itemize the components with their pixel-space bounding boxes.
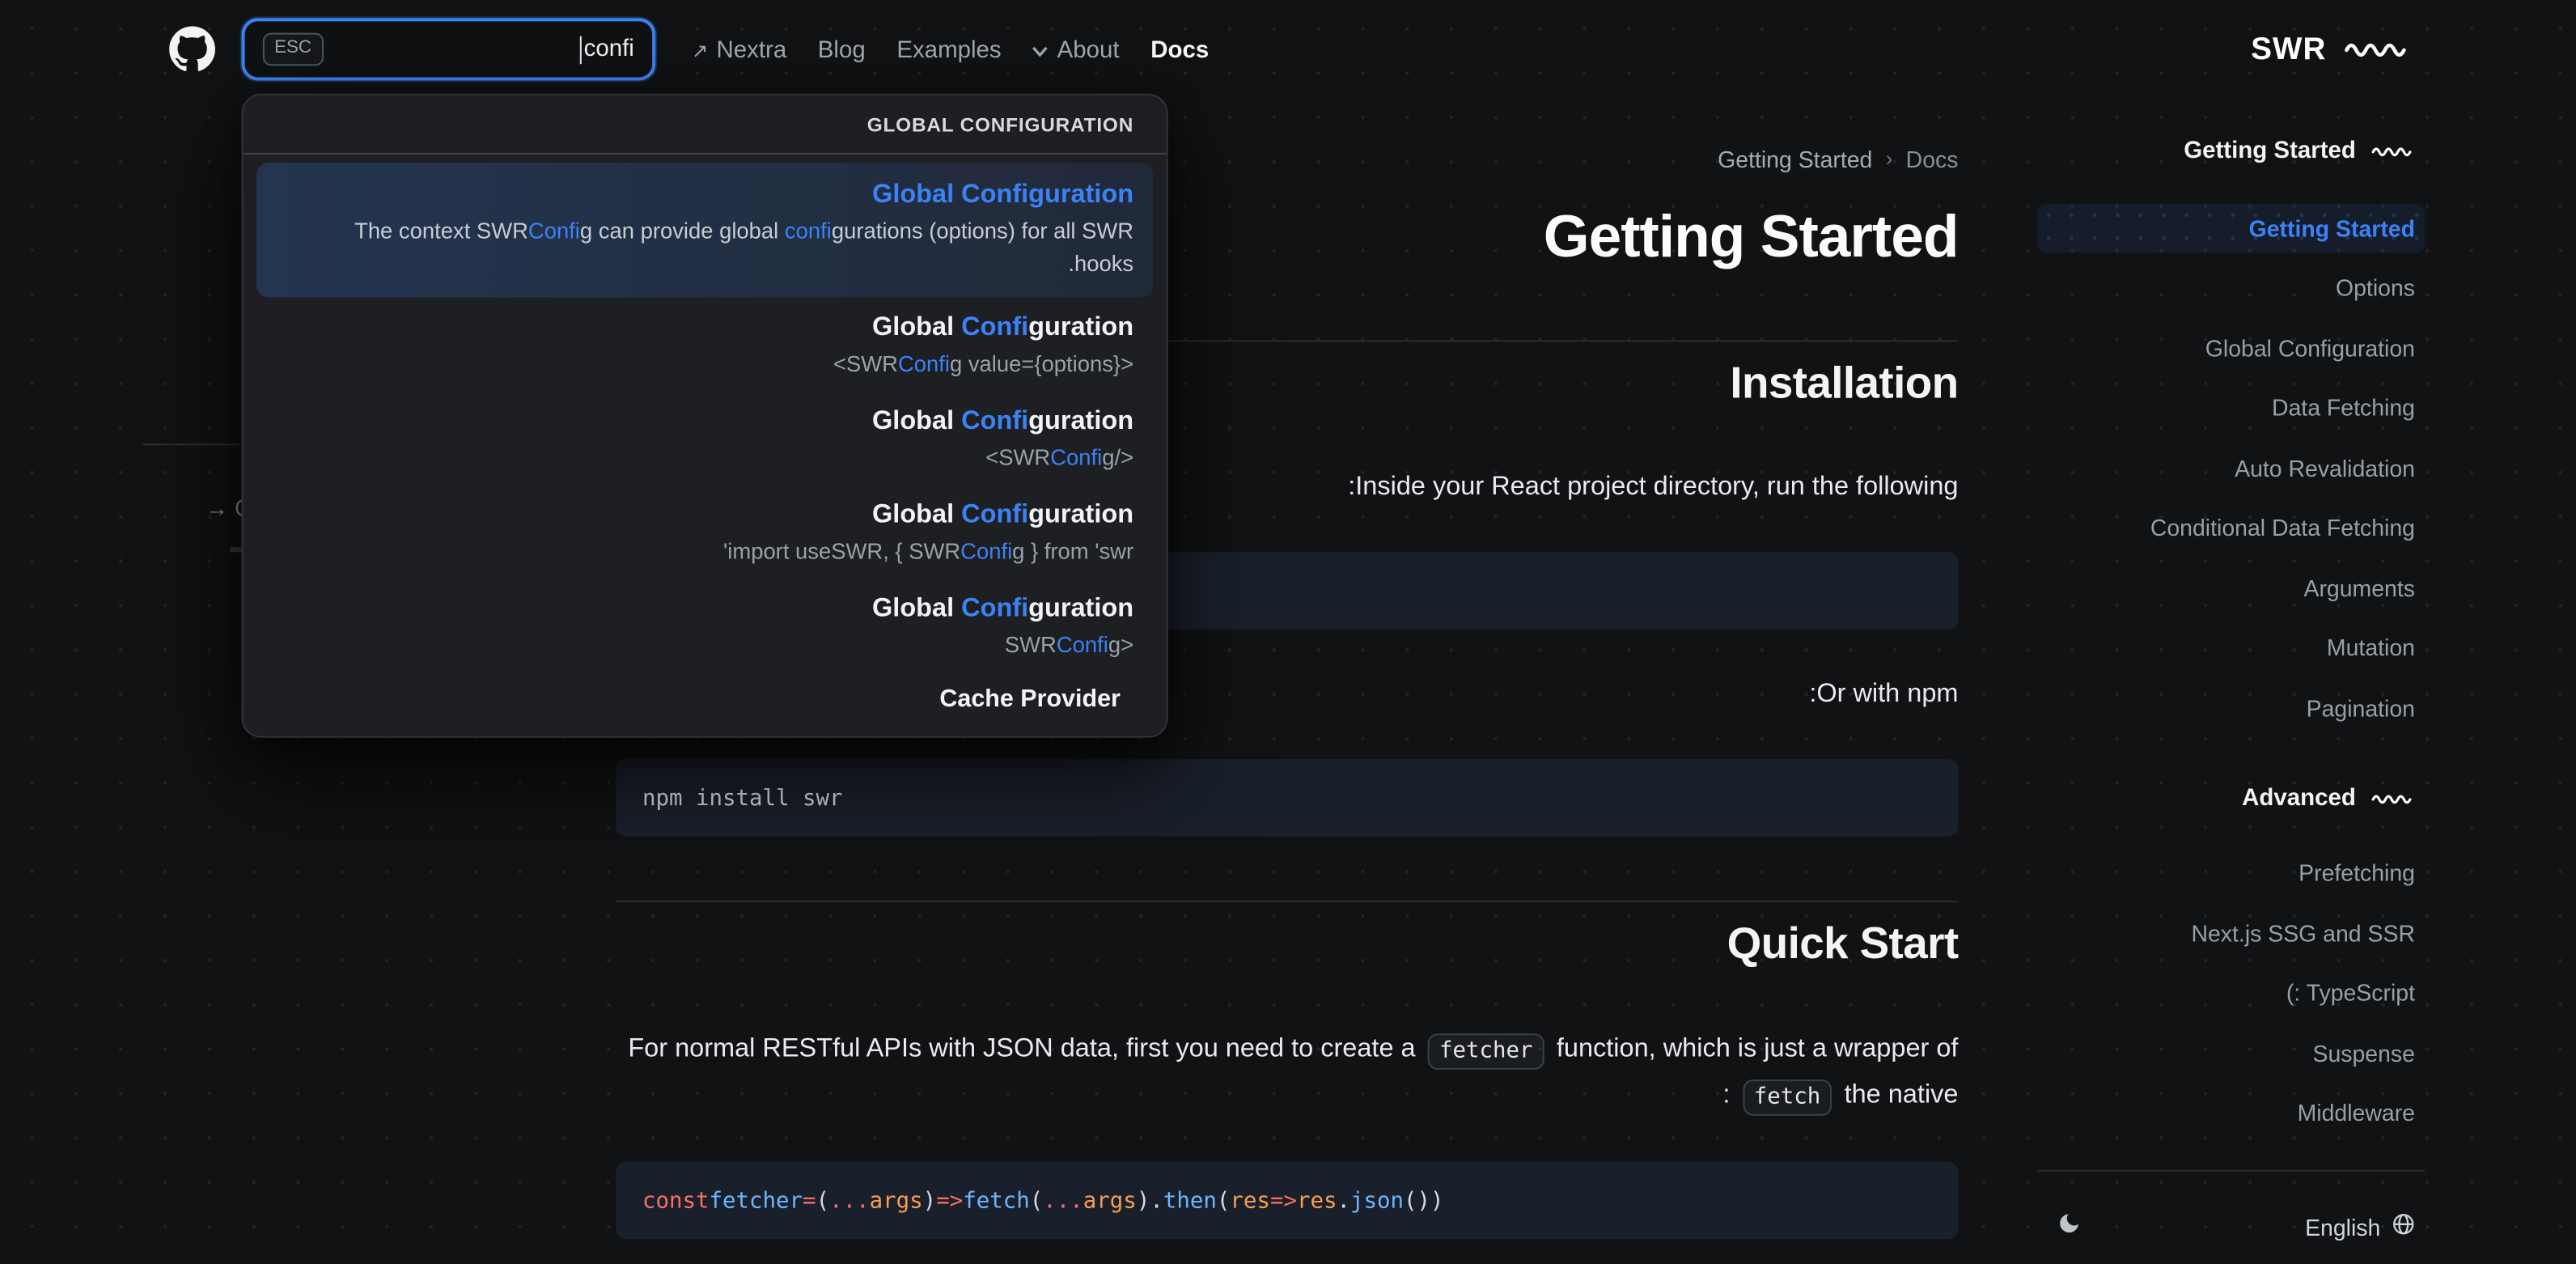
left-toc-divider bbox=[142, 443, 240, 446]
nav-links: ↗ Nextra Blog Examples About Docs bbox=[692, 0, 1209, 100]
swr-docs-page: ESC confi ↗ Nextra Blog Examples About D… bbox=[0, 0, 2576, 1264]
toc-item-typescript[interactable]: (: TypeScript bbox=[2037, 963, 2425, 1023]
breadcrumb-current-page: Getting Started bbox=[1718, 146, 1873, 173]
search-result[interactable]: Global Configuration SWRConfig> bbox=[256, 579, 1154, 672]
toc-item-nextjs-ssg-ssr[interactable]: Next.js SSG and SSR bbox=[2037, 903, 2425, 963]
results-list: Global Configuration The context SWRConf… bbox=[244, 155, 1167, 713]
nav-link-blog[interactable]: Blog bbox=[818, 37, 866, 63]
result-title: Global Configuration bbox=[872, 407, 1134, 436]
sidebar-footer: English bbox=[2037, 1171, 2425, 1263]
toc-item-options[interactable]: Options bbox=[2037, 258, 2425, 318]
toc-section-advanced[interactable]: Advanced bbox=[2037, 783, 2425, 816]
quick-start-paragraph-line1: For normal RESTful APIs with JSON data, … bbox=[616, 1027, 1958, 1073]
nav-link-docs[interactable]: Docs bbox=[1150, 37, 1209, 63]
search-query: confi bbox=[579, 35, 634, 64]
toc-item-global-configuration[interactable]: Global Configuration bbox=[2037, 318, 2425, 378]
result-title: Global Configuration bbox=[872, 501, 1134, 529]
code-block-fetcher: const fetcher = (... args) => fetch(... ar… bbox=[616, 1161, 1959, 1240]
toc-item-conditional-data-fetching[interactable]: Conditional Data Fetching bbox=[2037, 498, 2425, 558]
result-snippet: SWRConfig> bbox=[1004, 632, 1134, 658]
moon-icon bbox=[2056, 1211, 2080, 1244]
language-selector[interactable]: English bbox=[2305, 1213, 2415, 1241]
breadcrumb-separator-icon: › bbox=[1885, 146, 1893, 172]
wave-logo-icon bbox=[2343, 38, 2412, 62]
toc-item-mutation[interactable]: Mutation bbox=[2037, 618, 2425, 678]
breadcrumb-docs-link[interactable]: Docs bbox=[1906, 143, 1959, 176]
language-label: English bbox=[2305, 1213, 2381, 1241]
result-snippet: <SWRConfig value={options}> bbox=[833, 351, 1134, 377]
code-block-npm-install: npm install swr bbox=[616, 759, 1959, 837]
result-description-line1: The context SWRConfig can provide global… bbox=[354, 218, 1134, 244]
result-title: Global Configuration bbox=[872, 180, 1134, 209]
search-result[interactable]: Global Configuration <SWRConfig value={o… bbox=[256, 298, 1154, 392]
search-result[interactable]: Global Configuration <SWRConfig/> bbox=[256, 391, 1154, 485]
chevron-down-icon bbox=[1032, 43, 1049, 57]
globe-icon bbox=[2392, 1213, 2415, 1241]
result-snippet: 'import useSWR, { SWRConfig } from 'swr bbox=[723, 539, 1134, 564]
left-toc-fragment-mark bbox=[230, 547, 242, 553]
search-result[interactable]: Global Configuration 'import useSWR, { S… bbox=[256, 485, 1154, 579]
wave-section-icon bbox=[2371, 142, 2415, 160]
github-icon[interactable] bbox=[169, 26, 216, 72]
toc-section-getting-started[interactable]: Getting Started bbox=[2037, 135, 2425, 168]
external-link-icon: ↗ bbox=[691, 38, 709, 62]
section-divider bbox=[616, 900, 1959, 902]
result-snippet: <SWRConfig/> bbox=[985, 445, 1134, 470]
results-next-section-header: Cache Provider bbox=[939, 685, 1121, 714]
toc-item-suspense[interactable]: Suspense bbox=[2037, 1023, 2425, 1083]
toc-item-arguments[interactable]: Arguments bbox=[2037, 558, 2425, 617]
toc-item-auto-revalidation[interactable]: Auto Revalidation bbox=[2037, 438, 2425, 498]
swr-logo[interactable]: SWR bbox=[2251, 0, 2412, 100]
search-input[interactable]: ESC confi bbox=[241, 18, 656, 81]
result-title: Global Configuration bbox=[872, 595, 1134, 623]
toc-item-middleware[interactable]: Middleware bbox=[2037, 1083, 2425, 1143]
theme-toggle-button[interactable] bbox=[2047, 1205, 2090, 1248]
text-caret bbox=[579, 35, 583, 64]
nav-link-examples[interactable]: Examples bbox=[896, 37, 1001, 63]
toc-item-getting-started-active[interactable]: Getting Started bbox=[2036, 203, 2426, 253]
results-section-header: GLOBAL CONFIGURATION bbox=[243, 95, 1167, 155]
nav-link-about[interactable]: About bbox=[1032, 37, 1120, 63]
quick-start-paragraph-line2: : fetch the native bbox=[616, 1073, 1958, 1119]
toc-item-data-fetching[interactable]: Data Fetching bbox=[2037, 378, 2425, 438]
result-description-line2: .hooks bbox=[1068, 251, 1134, 277]
esc-key-badge: ESC bbox=[262, 32, 324, 66]
search-result-selected[interactable]: Global Configuration The context SWRConf… bbox=[256, 163, 1154, 298]
nav-link-nextra[interactable]: ↗ Nextra bbox=[692, 37, 786, 63]
toc-item-prefetching[interactable]: Prefetching bbox=[2037, 843, 2425, 903]
logo-text: SWR bbox=[2251, 32, 2327, 67]
navbar: ESC confi ↗ Nextra Blog Examples About D… bbox=[0, 0, 2576, 100]
wave-section-icon bbox=[2371, 790, 2415, 808]
search-results-dropdown: GLOBAL CONFIGURATION Global Configuratio… bbox=[241, 93, 1168, 738]
page-toc-sidebar: Getting Started Getting Started Options … bbox=[2036, 135, 2426, 1263]
toc-item-pagination[interactable]: Pagination bbox=[2037, 678, 2425, 738]
quick-start-heading: Quick Start bbox=[1727, 918, 1959, 969]
result-title: Global Configuration bbox=[872, 313, 1134, 342]
